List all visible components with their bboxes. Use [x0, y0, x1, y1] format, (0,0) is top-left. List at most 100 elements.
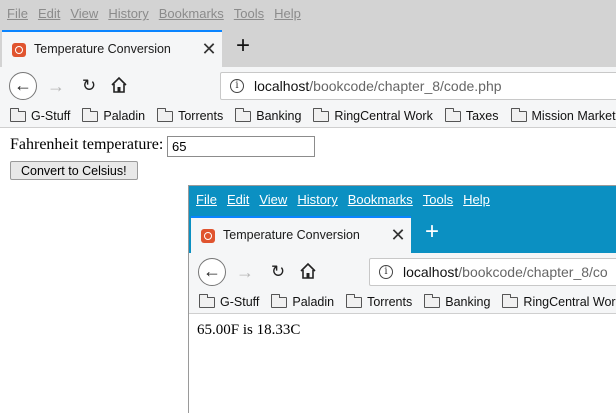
bookmarks-bar: G-Stuff Paladin Torrents Banking RingCen… — [0, 105, 616, 128]
forward-arrow-icon[interactable]: → — [235, 260, 255, 284]
reload-icon[interactable]: ↻ — [79, 74, 99, 98]
menu-view[interactable]: View — [259, 192, 287, 207]
home-icon[interactable] — [110, 76, 128, 94]
tab-title: Temperature Conversion — [223, 228, 360, 242]
folder-icon — [82, 111, 98, 122]
tab-temperature-conversion[interactable]: Temperature Conversion ✕ — [2, 30, 222, 67]
bookmark-label: G-Stuff — [31, 109, 70, 123]
menu-bookmarks[interactable]: Bookmarks — [348, 192, 413, 207]
new-tab-icon[interactable]: + — [421, 217, 443, 247]
menu-tools[interactable]: Tools — [234, 6, 264, 21]
bookmark-item[interactable]: RingCentral Work — [313, 109, 432, 123]
tab-title: Temperature Conversion — [34, 42, 171, 56]
menu-view-label: View — [259, 192, 287, 207]
bookmark-item[interactable]: Paladin — [82, 109, 145, 123]
bookmark-item[interactable]: Taxes — [445, 109, 499, 123]
bookmark-label: RingCentral Work — [334, 109, 432, 123]
bookmark-label: Banking — [445, 295, 490, 309]
menu-history[interactable]: History — [108, 6, 148, 21]
url-text: localhost/bookcode/chapter_8/co — [403, 264, 608, 280]
back-arrow-icon[interactable]: ← — [9, 72, 37, 100]
menu-help[interactable]: Help — [274, 6, 301, 21]
folder-icon — [157, 111, 173, 122]
new-tab-icon[interactable]: + — [232, 31, 254, 61]
menu-file-label: File — [196, 192, 217, 207]
menu-tools[interactable]: Tools — [423, 192, 453, 207]
bookmark-label: Torrents — [367, 295, 412, 309]
menu-history-label: History — [108, 6, 148, 21]
convert-button[interactable]: Convert to Celsius! — [10, 161, 138, 180]
bookmark-label: Mission Marketing — [532, 109, 616, 123]
menu-history-label: History — [297, 192, 337, 207]
url-path: /bookcode/chapter_8/co — [458, 264, 607, 280]
menu-file[interactable]: File — [7, 6, 28, 21]
close-tab-icon[interactable]: ✕ — [200, 38, 218, 60]
bookmarks-bar: G-Stuff Paladin Torrents Banking RingCen… — [189, 291, 616, 314]
bookmark-item[interactable]: Banking — [424, 295, 490, 309]
folder-icon — [502, 297, 518, 308]
bookmark-label: RingCentral Work — [523, 295, 616, 309]
menu-edit-label: Edit — [38, 6, 60, 21]
tab-temperature-conversion[interactable]: Temperature Conversion ✕ — [191, 216, 411, 253]
menu-help[interactable]: Help — [463, 192, 490, 207]
folder-icon — [199, 297, 215, 308]
menu-view[interactable]: View — [70, 6, 98, 21]
menu-help-label: Help — [463, 192, 490, 207]
bookmark-label: Paladin — [292, 295, 334, 309]
bookmark-item[interactable]: RingCentral Work — [502, 295, 616, 309]
favicon-icon — [12, 43, 26, 57]
fahrenheit-input[interactable] — [167, 136, 315, 157]
conversion-result: 65.00F is 18.33C — [197, 322, 300, 339]
bookmark-item[interactable]: Paladin — [271, 295, 334, 309]
reload-icon[interactable]: ↻ — [268, 260, 288, 284]
menu-bar: File Edit View History Bookmarks Tools H… — [0, 0, 616, 27]
url-host: localhost — [403, 264, 458, 280]
bookmark-label: Paladin — [103, 109, 145, 123]
home-icon[interactable] — [299, 262, 317, 280]
bookmark-item[interactable]: G-Stuff — [199, 295, 259, 309]
url-bar[interactable]: i localhost/bookcode/chapter_8/code.php — [220, 72, 616, 100]
back-arrow-icon[interactable]: ← — [198, 258, 226, 286]
bookmark-item[interactable]: Torrents — [346, 295, 412, 309]
close-tab-icon[interactable]: ✕ — [389, 224, 407, 246]
menu-edit[interactable]: Edit — [38, 6, 60, 21]
folder-icon — [346, 297, 362, 308]
folder-icon — [271, 297, 287, 308]
fahrenheit-label: Fahrenheit temperature: — [10, 136, 163, 154]
menu-edit[interactable]: Edit — [227, 192, 249, 207]
menu-help-label: Help — [274, 6, 301, 21]
bookmark-item[interactable]: G-Stuff — [10, 109, 70, 123]
page-content: 65.00F is 18.33C — [189, 314, 616, 413]
tab-bar: Temperature Conversion ✕ + — [189, 213, 616, 253]
bookmark-label: G-Stuff — [220, 295, 259, 309]
bookmark-label: Banking — [256, 109, 301, 123]
menu-tools-label: Tools — [234, 6, 264, 21]
bookmark-item[interactable]: Torrents — [157, 109, 223, 123]
menu-bar: File Edit View History Bookmarks Tools H… — [189, 186, 616, 213]
bookmark-item[interactable]: Mission Marketing — [511, 109, 616, 123]
menu-bookmarks-label: Bookmarks — [348, 192, 413, 207]
menu-file-label: File — [7, 6, 28, 21]
bookmark-item[interactable]: Banking — [235, 109, 301, 123]
info-icon[interactable]: i — [230, 79, 244, 93]
forward-arrow-icon[interactable]: → — [46, 74, 66, 98]
folder-icon — [10, 111, 26, 122]
menu-bookmarks-label: Bookmarks — [159, 6, 224, 21]
menu-history[interactable]: History — [297, 192, 337, 207]
url-text: localhost/bookcode/chapter_8/code.php — [254, 78, 502, 94]
folder-icon — [235, 111, 251, 122]
nav-bar: ← → ↻ i localhost/bookcode/chapter_8/co — [189, 253, 616, 291]
bookmark-label: Taxes — [466, 109, 499, 123]
nav-bar: ← → ↻ i localhost/bookcode/chapter_8/cod… — [0, 67, 616, 105]
url-bar[interactable]: i localhost/bookcode/chapter_8/co — [369, 258, 616, 286]
browser-window-result: File Edit View History Bookmarks Tools H… — [188, 185, 616, 413]
menu-edit-label: Edit — [227, 192, 249, 207]
info-icon[interactable]: i — [379, 265, 393, 279]
menu-bookmarks[interactable]: Bookmarks — [159, 6, 224, 21]
tab-bar: Temperature Conversion ✕ + — [0, 27, 616, 67]
folder-icon — [424, 297, 440, 308]
menu-view-label: View — [70, 6, 98, 21]
url-host: localhost — [254, 78, 309, 94]
menu-file[interactable]: File — [196, 192, 217, 207]
url-path: /bookcode/chapter_8/code.php — [309, 78, 501, 94]
